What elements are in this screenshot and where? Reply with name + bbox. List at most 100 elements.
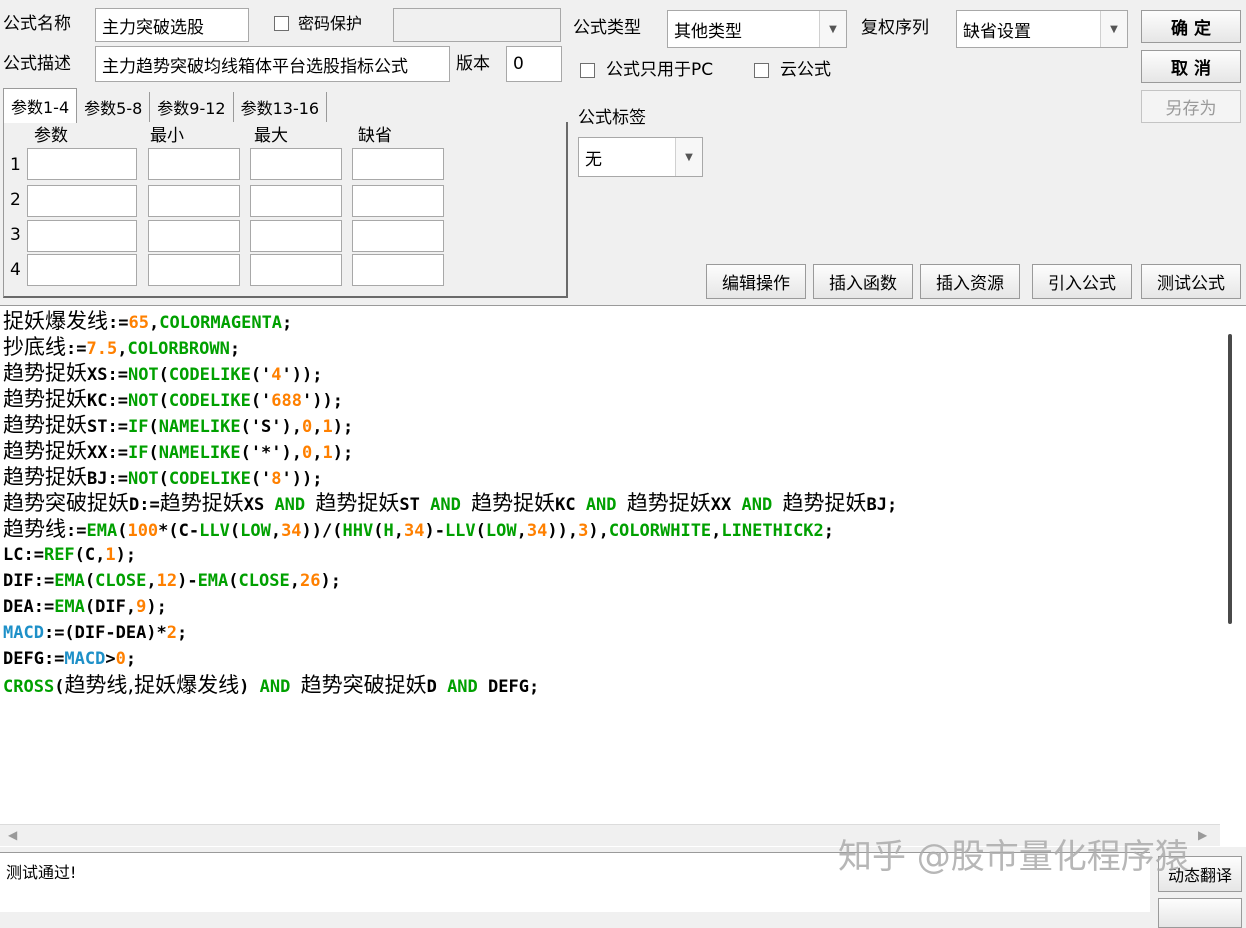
param-default-input[interactable] (352, 185, 444, 217)
tab-params-13-16[interactable]: 参数13-16 (233, 92, 328, 122)
code-token: ( (229, 521, 241, 541)
code-token: AND (259, 677, 291, 697)
test-formula-button[interactable]: 测试公式 (1141, 264, 1241, 299)
code-line: DIF:=EMA(CLOSE,12)-EMA(CLOSE,26); (3, 568, 341, 594)
code-token: NOT (127, 365, 159, 385)
code-token: ( (148, 417, 159, 437)
code-token: (C, (74, 545, 106, 565)
code-token: 趋势捉妖 (3, 465, 87, 489)
code-token: EMA (54, 571, 85, 591)
param-default-input[interactable] (352, 148, 444, 180)
code-token: , (312, 443, 323, 463)
chevron-down-icon[interactable]: ▼ (1100, 11, 1127, 47)
formula-type-select[interactable]: 其他类型 ▼ (667, 10, 847, 48)
tab-params-1-4[interactable]: 参数1-4 (3, 88, 78, 123)
scroll-right-icon[interactable]: ▶ (1198, 828, 1207, 842)
code-token: 趋势捉妖 (626, 491, 711, 515)
code-token: NAMELIKE (158, 417, 241, 437)
param-header-name: 参数 (34, 126, 68, 146)
code-token: COLORWHITE (608, 521, 712, 541)
code-token: , (711, 521, 722, 541)
code-token: MACD (3, 623, 44, 643)
pc-only-checkbox[interactable] (580, 63, 595, 78)
import-formula-button[interactable]: 引入公式 (1032, 264, 1132, 299)
code-token: DEFG:= (3, 649, 65, 669)
code-token: ')); (281, 469, 323, 489)
vertical-scrollbar[interactable] (1228, 334, 1232, 624)
code-token: DIF:= (3, 571, 55, 591)
password-input[interactable] (393, 8, 561, 42)
code-token: CLOSE (95, 571, 147, 591)
code-token: ST:= (87, 417, 128, 437)
code-token: (' (250, 391, 272, 411)
code-line: 趋势捉妖KC:=NOT(CODELIKE('688')); (3, 386, 343, 412)
tab-params-5-8[interactable]: 参数5-8 (77, 92, 151, 122)
formula-name-input[interactable]: 主力突破选股 (95, 8, 249, 42)
code-token: ); (332, 443, 354, 463)
param-name-input[interactable] (27, 254, 137, 286)
code-editor[interactable]: 捉妖爆发线:=65,COLORMAGENTA; 抄底线:=7.5,COLORBRO… (0, 305, 1246, 847)
code-token: ('S'), (240, 417, 302, 437)
cancel-button[interactable]: 取 消 (1141, 50, 1241, 83)
code-token: LINETHICK2 (721, 521, 824, 541)
param-default-input[interactable] (352, 254, 444, 286)
secondary-button[interactable] (1158, 898, 1242, 928)
code-token: ( (54, 677, 65, 697)
param-default-input[interactable] (352, 220, 444, 252)
tab-params-9-12[interactable]: 参数9-12 (150, 92, 234, 122)
code-token: REF (43, 545, 75, 565)
code-token: 趋势突破捉妖 (300, 673, 427, 697)
param-min-input[interactable] (148, 148, 240, 180)
code-token: ); (146, 597, 167, 617)
param-row-number: 2 (10, 190, 21, 210)
code-token: LC:= (3, 545, 44, 565)
pc-only-label: 公式只用于PC (606, 60, 714, 80)
param-header-min: 最小 (150, 126, 184, 146)
code-line: 趋势捉妖ST:=IF(NAMELIKE('S'),0,1); (3, 412, 353, 438)
formula-tag-select[interactable]: 无 ▼ (578, 137, 703, 177)
cloud-checkbox[interactable] (754, 63, 769, 78)
param-max-input[interactable] (250, 254, 342, 286)
code-token: := (66, 339, 87, 359)
code-token: 65 (128, 313, 149, 333)
code-token: ); (115, 545, 137, 565)
param-name-input[interactable] (27, 148, 137, 180)
rights-value: 缺省设置 (963, 21, 1031, 42)
code-token: CODELIKE (168, 391, 251, 411)
code-token: AND (585, 495, 617, 515)
code-token: ('*'), (240, 443, 302, 463)
code-token: , (516, 521, 527, 541)
param-max-input[interactable] (250, 220, 342, 252)
param-name-input[interactable] (27, 220, 137, 252)
insert-res-button[interactable]: 插入资源 (920, 264, 1020, 299)
code-token: ( (475, 521, 486, 541)
insert-func-button[interactable]: 插入函数 (813, 264, 913, 299)
code-token: 100 (127, 521, 159, 541)
version-input[interactable]: 0 (506, 46, 562, 82)
password-checkbox[interactable] (274, 16, 289, 31)
code-line: CROSS(趋势线,捉妖爆发线) AND 趋势突破捉妖D AND DEFG; (3, 672, 539, 698)
edit-ops-button[interactable]: 编辑操作 (706, 264, 806, 299)
ok-button[interactable]: 确 定 (1141, 10, 1241, 43)
chevron-down-icon[interactable]: ▼ (675, 138, 702, 176)
cloud-label: 云公式 (780, 60, 831, 80)
code-token: 2 (166, 623, 178, 643)
param-min-input[interactable] (148, 220, 240, 252)
code-token: ')); (302, 391, 343, 411)
param-max-input[interactable] (250, 185, 342, 217)
code-token: *(C- (158, 521, 200, 541)
scroll-left-icon[interactable]: ◀ (8, 828, 17, 842)
param-min-input[interactable] (148, 185, 240, 217)
rights-select[interactable]: 缺省设置 ▼ (956, 10, 1128, 48)
code-line: MACD:=(DIF-DEA)*2; (3, 620, 187, 646)
save-as-button[interactable]: 另存为 (1141, 90, 1241, 123)
formula-desc-input[interactable]: 主力趋势突破均线箱体平台选股指标公式 (95, 46, 450, 82)
chevron-down-icon[interactable]: ▼ (819, 11, 846, 47)
code-token: 0 (302, 443, 313, 463)
code-token: 34 (281, 521, 302, 541)
param-max-input[interactable] (250, 148, 342, 180)
param-min-input[interactable] (148, 254, 240, 286)
rights-label: 复权序列 (861, 18, 929, 38)
param-name-input[interactable] (27, 185, 137, 217)
